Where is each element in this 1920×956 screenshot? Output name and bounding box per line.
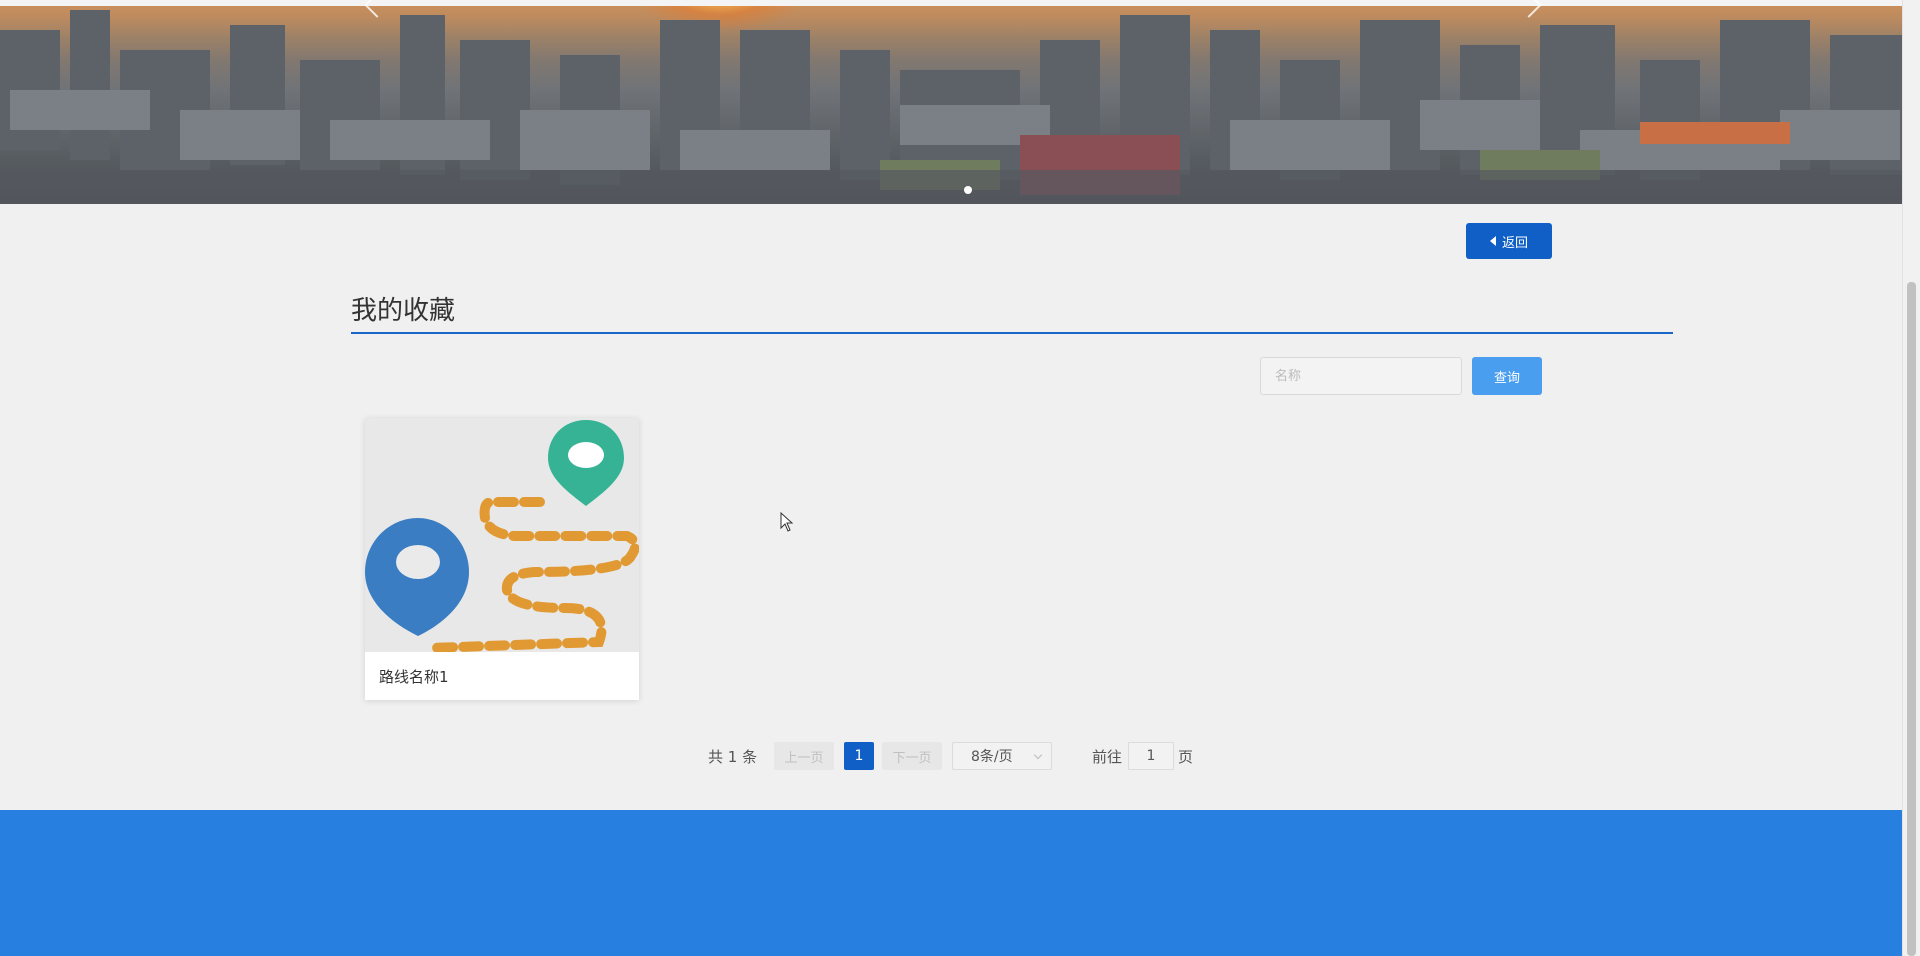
next-page-button[interactable]: 下一页 <box>882 742 942 770</box>
pagination: 共 1 条 上一页 1 下一页 8条/页 前往 页 <box>0 742 1902 770</box>
banner-carousel[interactable] <box>0 0 1902 204</box>
route-map-icon <box>365 420 639 652</box>
chevron-down-icon <box>1033 750 1043 760</box>
favorite-route-card[interactable]: 路线名称1 <box>365 418 639 700</box>
scrollbar-thumb[interactable] <box>1907 282 1916 956</box>
goto-page-input[interactable] <box>1128 742 1174 770</box>
page-footer <box>0 810 1902 956</box>
page-scrollbar[interactable] <box>1902 0 1920 956</box>
carousel-indicator-dot[interactable] <box>964 186 972 194</box>
page-size-value: 8条/页 <box>971 749 1013 765</box>
back-button-label: 返回 <box>1501 234 1528 250</box>
search-button[interactable]: 查询 <box>1472 357 1542 395</box>
origin-pin-icon <box>365 518 469 636</box>
banner-cityscape-image <box>0 10 1902 204</box>
goto-unit-label: 页 <box>1178 748 1194 766</box>
prev-page-button[interactable]: 上一页 <box>774 742 834 770</box>
banner-top-edge <box>0 0 1902 6</box>
caret-left-icon <box>1489 236 1496 246</box>
page-title: 我的收藏 <box>351 296 456 326</box>
page-size-select[interactable]: 8条/页 <box>952 742 1052 770</box>
destination-pin-icon <box>548 420 624 506</box>
back-button[interactable]: 返回 <box>1466 223 1552 259</box>
goto-label: 前往 <box>1092 748 1123 766</box>
mouse-cursor-icon <box>780 512 794 532</box>
title-underline <box>351 332 1673 334</box>
route-thumbnail <box>365 418 639 652</box>
name-search-input[interactable] <box>1260 357 1462 395</box>
page-number-button[interactable]: 1 <box>844 742 874 770</box>
pagination-total: 共 1 条 <box>708 748 758 766</box>
route-name: 路线名称1 <box>379 668 449 686</box>
